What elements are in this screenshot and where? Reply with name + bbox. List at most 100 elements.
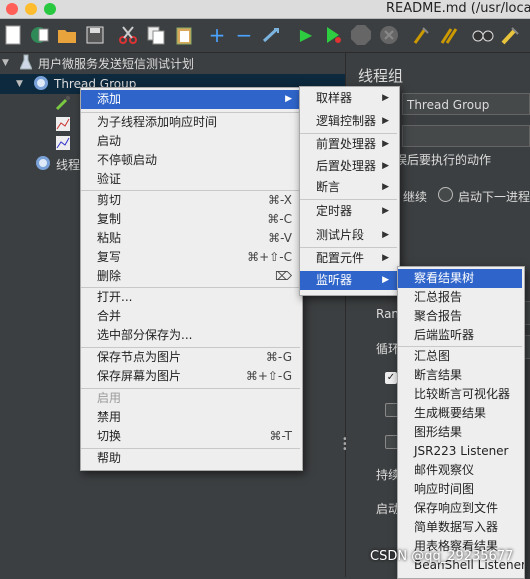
listener-item-aggregate-graph[interactable]: 汇总图 xyxy=(398,347,522,366)
submenu-item-test-fragment[interactable]: 测试片段 ▶ xyxy=(300,226,397,245)
listener-item-comparison-assertion[interactable]: 比较断言可视化器 xyxy=(398,385,522,404)
menu-item-merge[interactable]: 合并 xyxy=(81,307,300,326)
submenu-item-pre-processors[interactable]: 前置处理器 ▶ xyxy=(300,135,397,154)
menu-item-start-no-pauses[interactable]: 不停顿启动 xyxy=(81,151,300,170)
add-submenu: 取样器 ▶ 逻辑控制器 ▶ 前置处理器 ▶ 后置处理器 ▶ 断言 ▶ 定时器 ▶ 测试片段 ▶… xyxy=(299,86,400,296)
menu-item-save-node-image[interactable]: 保存节点为图片 ⌘-G xyxy=(81,348,300,367)
listener-item-graph-results[interactable]: 图形结果 xyxy=(398,423,522,442)
menu-item-add-think-times[interactable]: 为子线程添加响应时间 xyxy=(81,113,300,132)
listener-item-summary-report[interactable]: 汇总报告 xyxy=(398,288,522,307)
menu-item-label: 禁用 xyxy=(97,410,122,424)
test-plan-label: 用户微服务发送短信测试计划 xyxy=(38,56,195,71)
submenu-item-timer[interactable]: 定时器 ▶ xyxy=(300,202,397,221)
submenu-item-logic-controller[interactable]: 逻辑控制器 ▶ xyxy=(300,112,397,131)
submenu-item-sampler[interactable]: 取样器 ▶ xyxy=(300,89,397,108)
menu-item-duplicate[interactable]: 复写 ⌘+⇧-C xyxy=(81,248,300,267)
shortcut-label: ⌘+⇧-G xyxy=(245,369,292,383)
menu-item-label: 逻辑控制器 xyxy=(316,114,377,128)
listener-item-assertion-results[interactable]: 断言结果 xyxy=(398,366,522,385)
close-window-button[interactable] xyxy=(6,3,18,15)
menu-item-add[interactable]: 添加 ▶ xyxy=(81,90,300,109)
submenu-item-post-processors[interactable]: 后置处理器 ▶ xyxy=(300,157,397,176)
menu-item-label: 测试片段 xyxy=(316,228,365,242)
chevron-right-icon: ▶ xyxy=(382,253,389,263)
collapse-icon[interactable]: − xyxy=(233,24,255,46)
start-icon[interactable]: ▶ xyxy=(295,24,317,46)
cut-icon[interactable] xyxy=(117,24,139,46)
pipette-icon xyxy=(55,95,71,114)
menu-item-label: 汇总报告 xyxy=(414,290,463,304)
watermark: CSDN @qq_29235677 xyxy=(370,549,514,564)
menu-item-label: 比较断言可视化器 xyxy=(414,387,511,401)
listener-item-mailer[interactable]: 邮件观察仪 xyxy=(398,461,522,480)
menu-item-save-selection[interactable]: 选中部分保存为... xyxy=(81,326,300,345)
expand-icon[interactable]: + xyxy=(206,24,228,46)
submenu-item-config-element[interactable]: 配置元件 ▶ xyxy=(300,249,397,268)
menu-item-label: 取样器 xyxy=(316,91,353,105)
menu-item-remove[interactable]: 删除 ⌦ xyxy=(81,267,300,286)
menu-item-label: 删除 xyxy=(97,269,122,283)
listener-item-jsr223[interactable]: JSR223 Listener xyxy=(398,442,522,461)
same-user-checkbox[interactable]: ✓ xyxy=(385,372,397,384)
menu-item-paste[interactable]: 粘贴 ⌘-V xyxy=(81,229,300,248)
copy-icon[interactable] xyxy=(145,24,167,46)
new-icon[interactable] xyxy=(2,24,24,46)
expand-arrow-icon[interactable]: ▼ xyxy=(16,79,30,89)
name-field[interactable]: Thread Group xyxy=(402,93,530,115)
listener-item-aggregate-report[interactable]: 聚合报告 xyxy=(398,307,522,326)
expand-arrow-icon[interactable]: ▼ xyxy=(2,58,16,68)
tree-node-child[interactable] xyxy=(55,115,71,135)
templates-icon[interactable] xyxy=(28,24,50,46)
tree-node-child[interactable] xyxy=(55,94,71,114)
submenu-item-assertions[interactable]: 断言 ▶ xyxy=(300,178,397,197)
comments-field[interactable] xyxy=(402,125,530,147)
listener-item-simple-data-writer[interactable]: 简单数据写入器 xyxy=(398,518,522,537)
paste-icon[interactable] xyxy=(173,24,195,46)
clear-icon[interactable] xyxy=(410,24,432,46)
start-next-radio[interactable] xyxy=(438,187,453,202)
context-menu: 添加 ▶ 为子线程添加响应时间 启动 不停顿启动 验证 剪切 ⌘-X 复制 ⌘-C 粘… xyxy=(80,87,303,471)
submenu-item-listener[interactable]: 监听器 ▶ xyxy=(300,271,397,290)
tree-node-child[interactable] xyxy=(55,134,71,154)
maximize-window-button[interactable] xyxy=(44,3,56,15)
chevron-right-icon: ▶ xyxy=(285,94,292,104)
shortcut-label: ⌘-X xyxy=(268,193,292,207)
listener-item-view-results-tree[interactable]: 察看结果树 xyxy=(398,269,522,288)
reset-search-icon[interactable] xyxy=(500,24,522,46)
listener-item-response-time-graph[interactable]: 响应时间图 xyxy=(398,480,522,499)
toggle-icon[interactable] xyxy=(260,24,282,46)
menu-item-help[interactable]: 帮助 xyxy=(81,449,300,468)
chevron-right-icon: ▶ xyxy=(382,275,389,285)
menu-item-cut[interactable]: 剪切 ⌘-X xyxy=(81,191,300,210)
ramp-up-label: Ran xyxy=(376,307,400,321)
menu-item-enable: 启用 xyxy=(81,389,300,408)
menu-item-label: 断言结果 xyxy=(414,368,463,382)
menu-item-start[interactable]: 启动 xyxy=(81,132,300,151)
search-icon[interactable] xyxy=(472,24,494,46)
shortcut-label: ⌘-C xyxy=(267,212,292,226)
listener-item-backend-listener[interactable]: 后端监听器 xyxy=(398,326,522,345)
menu-item-label: 前置处理器 xyxy=(316,137,377,151)
listener-item-save-responses[interactable]: 保存响应到文件 xyxy=(398,499,522,518)
start-next-label[interactable]: 启动下一进程 xyxy=(458,188,530,205)
shortcut-label: ⌘-G xyxy=(265,350,292,364)
minimize-window-button[interactable] xyxy=(25,3,37,15)
clear-all-icon[interactable] xyxy=(438,24,460,46)
continue-option-label[interactable]: 继续 xyxy=(403,188,427,205)
menu-item-open[interactable]: 打开... xyxy=(81,288,300,307)
listener-item-generate-summary[interactable]: 生成概要结果 xyxy=(398,404,522,423)
menu-item-disable[interactable]: 禁用 xyxy=(81,408,300,427)
menu-item-label: 不停顿启动 xyxy=(97,153,158,167)
open-icon[interactable] xyxy=(56,24,78,46)
menu-item-label: 图形结果 xyxy=(414,425,463,439)
menu-item-toggle[interactable]: 切换 ⌘-T xyxy=(81,427,300,446)
tree-node-thread-group-2[interactable]: 线程 xyxy=(36,154,80,174)
shortcut-label: ⌘-T xyxy=(269,429,292,443)
menu-item-copy[interactable]: 复制 ⌘-C xyxy=(81,210,300,229)
start-no-pause-icon[interactable] xyxy=(322,24,344,46)
menu-item-label: 复写 xyxy=(97,250,122,264)
menu-item-validate[interactable]: 验证 xyxy=(81,170,300,189)
save-icon[interactable] xyxy=(84,24,106,46)
tree-node-test-plan[interactable]: ▼ 用户微服务发送短信测试计划 xyxy=(2,53,194,73)
menu-item-save-screen-image[interactable]: 保存屏幕为图片 ⌘+⇧-G xyxy=(81,367,300,386)
